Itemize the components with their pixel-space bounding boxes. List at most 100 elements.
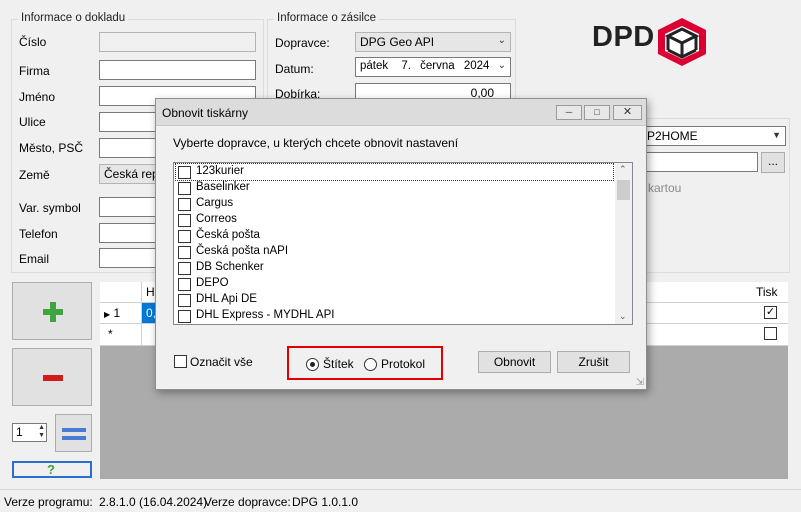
remove-item-button[interactable] <box>12 348 92 406</box>
date-day: pátek <box>360 60 389 72</box>
carrier-checkbox[interactable] <box>178 198 191 211</box>
date-date: 7. <box>401 60 411 72</box>
add-item-button[interactable] <box>12 282 92 340</box>
label-radio[interactable] <box>306 358 319 371</box>
carrier-name: Cargus <box>196 197 234 209</box>
field-label-var-symbol: Var. symbol <box>19 201 81 215</box>
dialog-title: Obnovit tiskárny <box>162 106 249 120</box>
carrier-checkbox[interactable] <box>178 214 191 227</box>
carrier-checkbox[interactable] <box>178 294 191 307</box>
list-item[interactable]: DB Schenker <box>176 260 613 276</box>
firma-field[interactable] <box>99 60 256 80</box>
close-icon: ✕ <box>622 106 633 118</box>
calendar-dropdown-icon: ⌄ <box>497 60 506 71</box>
col-header-print[interactable]: Tisk <box>752 282 788 302</box>
maximize-button[interactable]: □ <box>584 105 610 120</box>
field-label-ulice: Ulice <box>19 115 46 129</box>
dropdown-arrow-icon: ▼ <box>772 130 781 140</box>
carrier-checkbox[interactable] <box>178 262 191 275</box>
field-label-jmeno: Jméno <box>19 90 56 104</box>
select-all-label: Označit vše <box>190 355 253 369</box>
row-print-cell[interactable]: ✓ <box>752 303 788 323</box>
equals-bars-icon <box>62 428 86 440</box>
doc-info-title: Informace o dokladu <box>18 12 129 24</box>
carrier-name: DB Schenker <box>196 261 264 273</box>
carrier-name: DHL Api DE <box>196 293 257 305</box>
shipment-info-title: Informace o zásilce <box>274 12 380 24</box>
carrier-name: DHL Express - MYDHL API <box>196 309 335 321</box>
date-month: června <box>420 60 455 72</box>
close-button[interactable]: ✕ <box>613 105 642 120</box>
protocol-radio[interactable] <box>364 358 377 371</box>
carrier-name: 123kurier <box>196 165 244 177</box>
label-radio-text: Štítek <box>323 357 354 371</box>
minimize-button[interactable]: ─ <box>556 105 582 120</box>
date-year: 2024 <box>463 60 490 72</box>
list-item[interactable]: 123kurier <box>175 163 614 181</box>
carrier-label: Dopravce: <box>275 36 330 50</box>
help-button[interactable]: ? <box>12 461 92 478</box>
count-stepper[interactable]: 1 ▲ ▼ <box>12 423 47 442</box>
carrier-name: Česká pošta <box>196 229 260 241</box>
service-value: P2HOME <box>647 129 698 143</box>
refresh-printers-dialog: Obnovit tiskárny ─ □ ✕ Vyberte dopravce,… <box>155 98 647 390</box>
cislo-field[interactable] <box>99 32 256 52</box>
carrier-name: DEPO <box>196 277 229 289</box>
carrier-name: Česká pošta nAPI <box>196 245 289 257</box>
dpd-logo-text: DPD <box>592 21 655 53</box>
list-item[interactable]: DHL Api DE <box>176 292 613 308</box>
list-item[interactable]: Correos <box>176 212 613 228</box>
card-text: kartou <box>648 181 682 195</box>
carrier-version: DPG 1.0.1.0 <box>292 495 359 509</box>
dialog-titlebar[interactable]: Obnovit tiskárny ─ □ ✕ <box>156 99 646 126</box>
list-item[interactable]: DEPO <box>176 276 613 292</box>
row-header-cell <box>100 282 142 302</box>
new-row-print-cell[interactable] <box>752 324 788 345</box>
chevron-down-icon: ⌄ <box>497 35 506 46</box>
refresh-button[interactable]: Obnovit <box>478 351 551 373</box>
list-item[interactable]: DHL Express - MYDHL API <box>176 308 613 324</box>
list-item[interactable]: Cargus <box>176 196 613 212</box>
program-version: 2.8.1.0 (16.04.2024) <box>99 495 208 509</box>
status-bar: Verze programu: 2.8.1.0 (16.04.2024) Ver… <box>0 489 801 512</box>
field-label-firma: Firma <box>19 64 50 78</box>
carrier-checkbox[interactable] <box>178 310 191 323</box>
current-row-arrow-icon: ▶ <box>104 310 111 319</box>
list-item[interactable]: Baselinker <box>176 180 613 196</box>
print-checkbox[interactable]: ✓ <box>764 306 777 319</box>
new-row-print-checkbox[interactable] <box>764 327 777 340</box>
layout-button[interactable] <box>55 414 92 452</box>
question-icon: ? <box>47 462 55 477</box>
select-all-checkbox[interactable] <box>174 355 187 368</box>
scroll-down-icon[interactable]: ⌄ <box>619 311 627 322</box>
cancel-button[interactable]: Zrušit <box>557 351 630 373</box>
carrier-checkbox[interactable] <box>178 230 191 243</box>
carrier-combo[interactable]: DPG Geo API ⌄ <box>355 32 511 52</box>
scroll-up-icon[interactable]: ⌃ <box>619 164 627 175</box>
dpd-cube-icon <box>658 18 706 66</box>
list-scrollbar[interactable]: ⌃ ⌄ <box>615 163 632 324</box>
date-picker[interactable]: pátek 7. června 2024 ⌄ <box>355 57 511 77</box>
carrier-name: Baselinker <box>196 181 250 193</box>
list-item[interactable]: Česká pošta <box>176 228 613 244</box>
minus-icon <box>43 375 63 381</box>
browse-button[interactable]: ... <box>761 152 785 173</box>
new-row-indicator: * <box>100 324 142 345</box>
list-item[interactable]: Česká pošta nAPI <box>176 244 613 260</box>
date-label: Datum: <box>275 62 314 76</box>
maximize-icon: □ <box>594 107 600 117</box>
dpd-logo: DPD <box>592 16 722 66</box>
field-label-mesto: Město, PSČ <box>19 141 84 155</box>
carrier-checkbox[interactable] <box>178 246 191 259</box>
program-version-label: Verze programu: <box>4 495 93 509</box>
carriers-checklist[interactable]: 123kurier Baselinker Cargus Correos Česk… <box>173 162 633 325</box>
scroll-thumb[interactable] <box>617 180 630 200</box>
stepper-arrows-icon: ▲ ▼ <box>38 424 45 439</box>
resize-grip-icon[interactable]: ⇲ <box>636 377 644 388</box>
carrier-checkbox[interactable] <box>178 166 191 179</box>
carrier-checkbox[interactable] <box>178 182 191 195</box>
carrier-version-label: Verze dopravce: <box>204 495 291 509</box>
carrier-name: Correos <box>196 213 237 225</box>
field-label-telefon: Telefon <box>19 227 58 241</box>
carrier-checkbox[interactable] <box>178 278 191 291</box>
